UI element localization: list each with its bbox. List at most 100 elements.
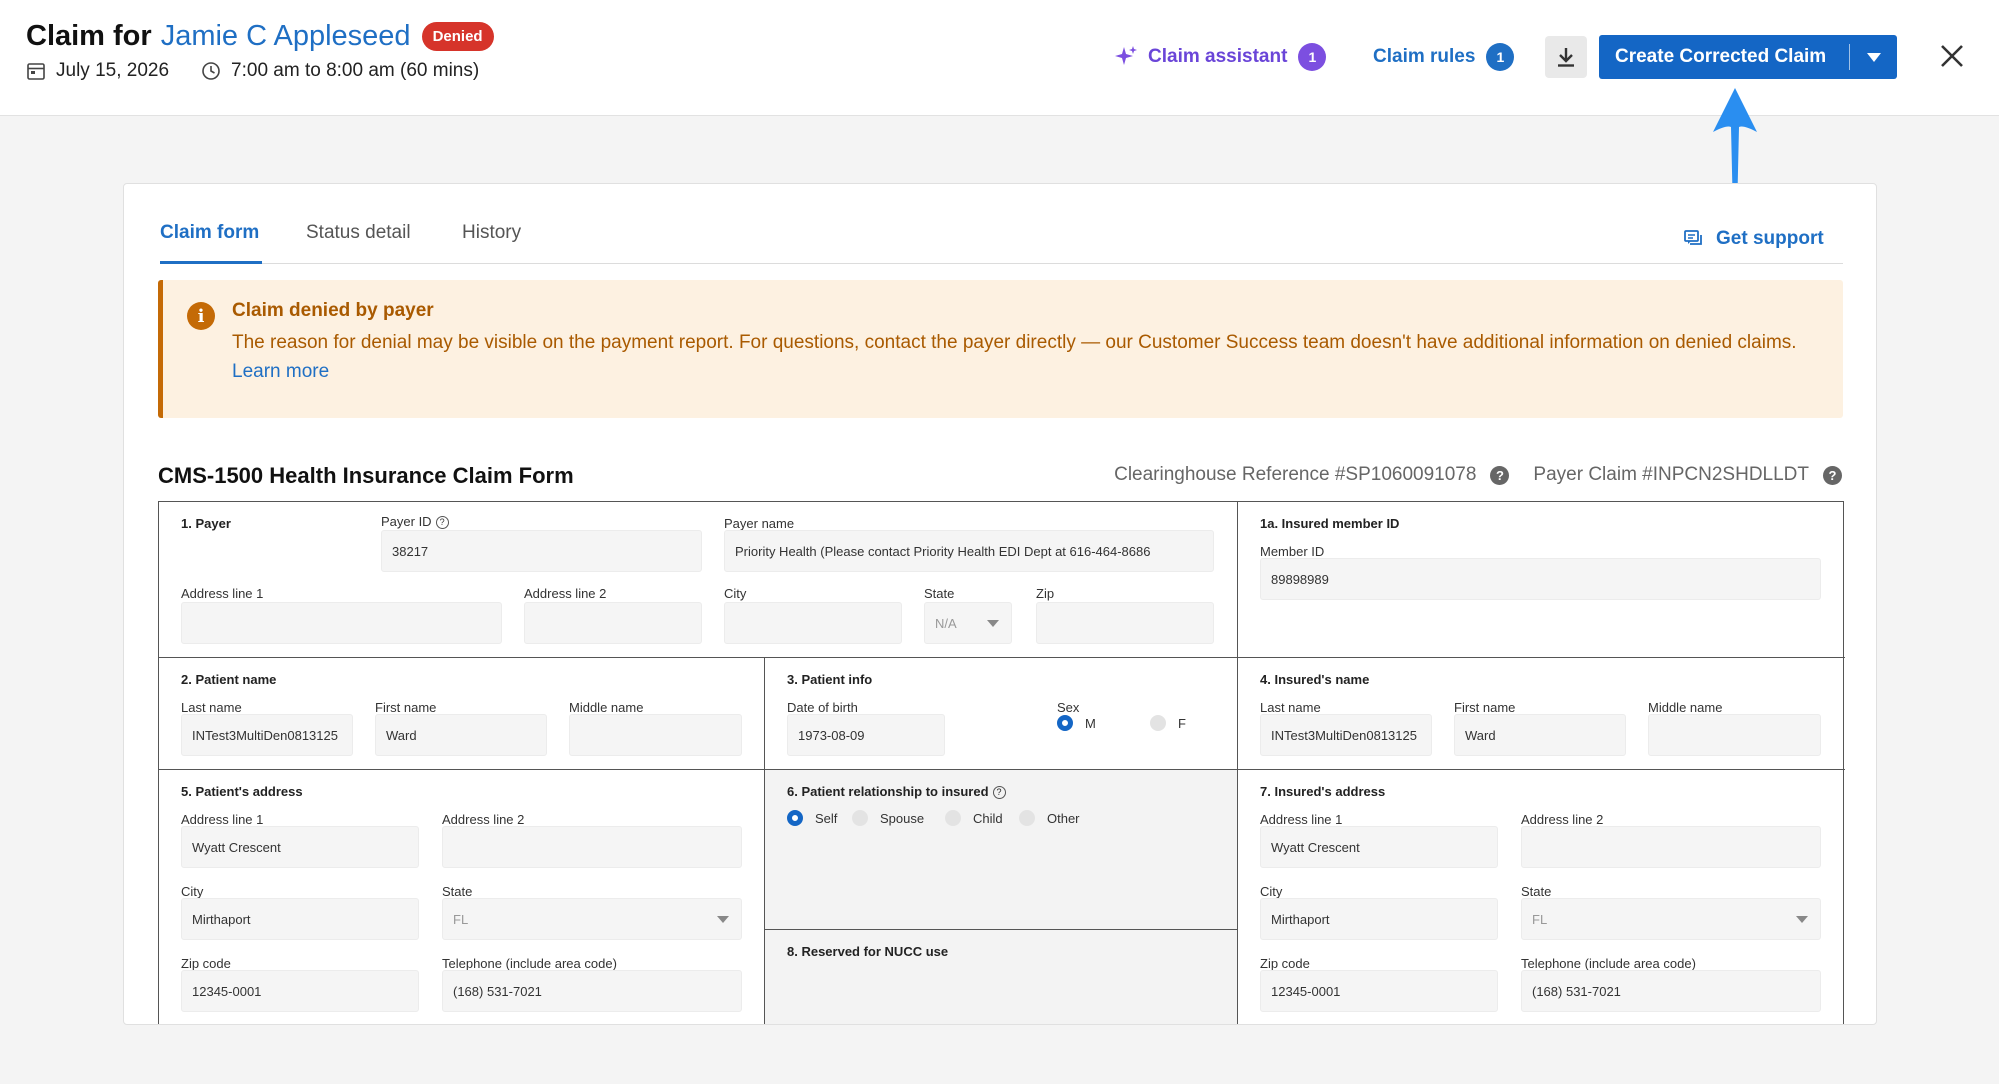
state-label: State: [442, 884, 473, 899]
sex-radio-m[interactable]: M: [1057, 715, 1096, 731]
claim-assistant-label: Claim assistant: [1148, 46, 1288, 67]
denial-alert: i Claim denied by payer The reason for d…: [158, 280, 1843, 418]
patient-zip-field[interactable]: 12345-0001: [181, 970, 419, 1012]
claim-assistant-button[interactable]: Claim assistant 1: [1114, 36, 1327, 78]
patient-name-link[interactable]: Jamie C Appleseed: [161, 20, 411, 53]
alert-title: Claim denied by payer: [232, 300, 434, 321]
download-button[interactable]: [1545, 36, 1587, 78]
relationship-radio-other[interactable]: Other: [1019, 810, 1080, 826]
form-title: CMS-1500 Health Insurance Claim Form: [158, 463, 574, 488]
get-support-link[interactable]: Get support: [1684, 228, 1824, 250]
city-label: City: [724, 586, 747, 601]
dob-label: Date of birth: [787, 700, 858, 715]
insured-address1-field[interactable]: Wyatt Crescent: [1260, 826, 1498, 868]
section-title: 5. Patient's address: [181, 784, 303, 799]
payer-address1-field[interactable]: [181, 602, 502, 644]
help-icon[interactable]: ?: [1490, 465, 1510, 485]
radio-unselected: [1150, 715, 1166, 731]
patient-city-field[interactable]: Mirthaport: [181, 898, 419, 940]
chevron-down-icon: [717, 916, 729, 923]
payer-state-select[interactable]: N/A: [924, 602, 1012, 644]
relationship-radio-spouse[interactable]: Spouse: [852, 810, 924, 826]
claim-rules-button[interactable]: Claim rules 1: [1373, 36, 1515, 78]
insured-address2-field[interactable]: [1521, 826, 1821, 868]
address2-label: Address line 2: [442, 812, 525, 827]
patient-first-name-field[interactable]: Ward: [375, 714, 547, 756]
radio-unselected: [1019, 810, 1035, 826]
appointment-date: July 15, 2026: [56, 60, 170, 81]
patient-phone-field[interactable]: (168) 531-7021: [442, 970, 742, 1012]
help-icon[interactable]: ?: [992, 785, 1006, 799]
tab-status-detail[interactable]: Status detail: [306, 222, 411, 264]
section-title: 7. Insured's address: [1260, 784, 1386, 799]
patient-last-name-field[interactable]: INTest3MultiDen0813125: [181, 714, 353, 756]
insured-last-name-field[interactable]: INTest3MultiDen0813125: [1260, 714, 1432, 756]
section-patient-name: 2. Patient name Last name INTest3MultiDe…: [159, 658, 765, 770]
insured-zip-field[interactable]: 12345-0001: [1260, 970, 1498, 1012]
patient-middle-name-field[interactable]: [569, 714, 742, 756]
chevron-down-icon: [987, 620, 999, 627]
patient-state-select[interactable]: FL: [442, 898, 742, 940]
radio-selected: [787, 810, 803, 826]
section-payer: 1. Payer Payer ID? 38217 Payer name Prio…: [159, 502, 1238, 658]
member-id-field[interactable]: 89898989: [1260, 558, 1821, 600]
chevron-down-icon: [1866, 52, 1881, 62]
patient-address1-field[interactable]: Wyatt Crescent: [181, 826, 419, 868]
phone-label: Telephone (include area code): [1521, 956, 1696, 971]
claim-tabs: Claim form Status detail History: [160, 222, 1843, 264]
tab-history[interactable]: History: [462, 222, 521, 264]
city-label: City: [181, 884, 204, 899]
clock-icon: [202, 62, 220, 80]
radio-unselected: [945, 810, 961, 826]
patient-address2-field[interactable]: [442, 826, 742, 868]
patient-dob-field[interactable]: 1973-08-09: [787, 714, 945, 756]
middle-name-label: Middle name: [569, 700, 644, 715]
first-name-label: First name: [375, 700, 437, 715]
tab-claim-form[interactable]: Claim form: [160, 222, 262, 264]
section-title: 4. Insured's name: [1260, 672, 1370, 687]
get-support-label: Get support: [1716, 228, 1824, 249]
insured-city-field[interactable]: Mirthaport: [1260, 898, 1498, 940]
zip-label: Zip code: [181, 956, 231, 971]
insured-first-name-field[interactable]: Ward: [1454, 714, 1626, 756]
section-insured-address: 7. Insured's address Address line 1 Wyat…: [1238, 770, 1845, 1024]
payer-id-field[interactable]: 38217: [381, 530, 702, 572]
download-icon: [1558, 48, 1574, 67]
close-icon[interactable]: [1938, 42, 1966, 70]
state-label: State: [1521, 884, 1552, 899]
alert-text: The reason for denial may be visible on …: [232, 332, 1797, 382]
chat-icon: [1684, 230, 1702, 245]
relationship-radio-child[interactable]: Child: [945, 810, 1003, 826]
relationship-radio-self[interactable]: Self: [787, 810, 837, 826]
insured-middle-name-field[interactable]: [1648, 714, 1821, 756]
payer-zip-field[interactable]: [1036, 602, 1214, 644]
help-icon[interactable]: ?: [435, 515, 449, 529]
create-corrected-claim-label: Create Corrected Claim: [1615, 46, 1827, 67]
section-patient-info: 3. Patient info Date of birth 1973-08-09…: [765, 658, 1238, 770]
payer-city-field[interactable]: [724, 602, 902, 644]
section-title: 1a. Insured member ID: [1260, 516, 1400, 531]
address2-label: Address line 2: [1521, 812, 1604, 827]
help-icon[interactable]: ?: [1823, 465, 1842, 485]
clearinghouse-reference: Clearinghouse Reference #SP1060091078: [1114, 464, 1477, 485]
appointment-meta: July 15, 2026 7:00 am to 8:00 am (60 min…: [26, 60, 479, 82]
appointment-time: 7:00 am to 8:00 am (60 mins): [231, 60, 480, 81]
create-options-dropdown[interactable]: [1850, 52, 1897, 62]
claim-assistant-count: 1: [1298, 43, 1327, 71]
claim-card: Claim form Status detail History Get sup…: [123, 183, 1877, 1025]
claim-title: Claim for Jamie C Appleseed Denied: [26, 20, 494, 53]
zip-label: Zip: [1036, 586, 1055, 601]
city-label: City: [1260, 884, 1283, 899]
calendar-icon: [27, 63, 45, 80]
insured-state-select[interactable]: FL: [1521, 898, 1821, 940]
cms-1500-form: 1. Payer Payer ID? 38217 Payer name Prio…: [158, 501, 1845, 1024]
section-title: 6. Patient relationship to insured?: [787, 784, 1006, 799]
create-corrected-claim-button[interactable]: Create Corrected Claim: [1599, 35, 1897, 79]
sex-radio-f[interactable]: F: [1150, 715, 1186, 731]
address1-label: Address line 1: [181, 812, 264, 827]
section-title: 2. Patient name: [181, 672, 277, 687]
payer-name-field[interactable]: Priority Health (Please contact Priority…: [724, 530, 1214, 572]
payer-address2-field[interactable]: [524, 602, 702, 644]
insured-phone-field[interactable]: (168) 531-7021: [1521, 970, 1821, 1012]
learn-more-link[interactable]: Learn more: [232, 361, 329, 382]
